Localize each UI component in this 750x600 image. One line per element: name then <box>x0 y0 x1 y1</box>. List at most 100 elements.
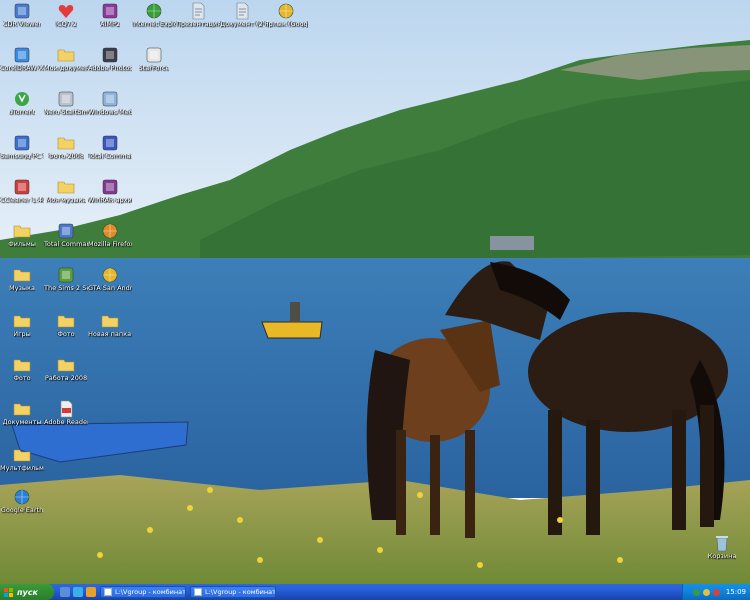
shortcut-label: Фото 2008 <box>48 153 84 160</box>
shortcut-label: Документы <box>2 419 42 426</box>
desktop-shortcut[interactable]: WinRAR архив <box>88 178 132 222</box>
shortcut-label: CorelDRAW X3 <box>0 65 44 72</box>
desktop-shortcut[interactable]: Презентация <box>176 2 220 46</box>
folder-icon <box>57 315 75 328</box>
tray-network-icon[interactable] <box>692 588 700 596</box>
desktop-shortcut[interactable]: Total Commander <box>88 134 132 178</box>
desktop-shortcut[interactable]: Мои документы <box>44 46 88 90</box>
recycle-bin-icon <box>716 536 728 552</box>
shortcut-label: Мои документы <box>44 65 88 72</box>
document-icon <box>236 2 249 20</box>
desktop-shortcut[interactable]: Adobe Reader 8 <box>44 400 88 444</box>
desktop-shortcut[interactable]: Windows Media <box>88 90 132 134</box>
shortcut-label: Игры <box>13 331 31 338</box>
program-icon <box>102 91 118 107</box>
folder-icon <box>57 49 75 62</box>
browser-icon <box>14 489 30 505</box>
task-label: L:\Vgroup - комбинат... <box>115 588 186 596</box>
desktop-shortcut[interactable]: Мультфильмы <box>0 446 44 490</box>
desktop-shortcut[interactable]: uTorrent <box>0 90 44 134</box>
desktop-shortcut[interactable]: Nero StartSmart <box>44 90 88 134</box>
desktop-shortcut[interactable]: Новая папка (2) <box>88 312 132 356</box>
desktop: CDR Viewer ICQ7.2 AIMP2 Internet ExplorerПр… <box>0 0 750 584</box>
folder-icon <box>13 359 31 372</box>
app-icon <box>102 47 118 63</box>
shortcut-label: AIMP2 <box>99 21 121 28</box>
desktop-shortcut[interactable]: The Sims 2 Seasons <box>44 266 88 310</box>
desktop-shortcut[interactable]: CorelDRAW X3 <box>0 46 44 90</box>
desktop-shortcut[interactable]: Фото <box>44 312 88 356</box>
shortcut-label: Корзина <box>707 553 737 560</box>
shortcut-label: Adobe Photoshop <box>88 65 132 72</box>
browser-icon[interactable] <box>73 587 83 597</box>
windows-flag-icon <box>4 587 13 597</box>
taskbar-window-button[interactable]: L:\Vgroup - комбинат... <box>190 586 276 598</box>
clock[interactable]: 15:09 <box>726 588 746 596</box>
desktop-shortcut[interactable]: Total Commander 7.04 <box>44 222 88 266</box>
show-desktop-icon[interactable] <box>60 587 70 597</box>
corel-icon <box>14 47 30 63</box>
fisherman <box>290 302 300 322</box>
system-tray: 15:09 <box>682 584 750 600</box>
shortcut-label: Новая папка (2) <box>88 331 132 338</box>
desktop-shortcut[interactable]: Samsung PC Studio 3 <box>0 134 44 178</box>
desktop-shortcut[interactable]: Internet Explorer <box>132 2 176 46</box>
media-player-icon[interactable] <box>86 587 96 597</box>
desktop-shortcut[interactable]: Adobe Photoshop <box>88 46 132 90</box>
document-icon <box>192 2 205 20</box>
desktop-shortcut[interactable]: Ярлык (Google Earth) <box>264 2 308 46</box>
shortcut-label: Фото <box>13 375 31 382</box>
folder-icon <box>13 225 31 238</box>
shortcut-label: Samsung PC Studio 3 <box>0 153 44 160</box>
folder-icon <box>13 315 31 328</box>
shortcut-label: Google Earth <box>0 507 44 514</box>
desktop-shortcut[interactable]: Моя музыка <box>44 178 88 222</box>
desktop-shortcut[interactable]: Документ (2) <box>220 2 264 46</box>
desktop-shortcut[interactable]: Музыка <box>0 266 44 310</box>
taskbar-window-button[interactable]: L:\Vgroup - комбинат... <box>100 586 186 598</box>
house <box>490 236 534 250</box>
desktop-shortcut[interactable]: Игры <box>0 312 44 356</box>
shortcut-label: Mozilla Firefox <box>88 241 132 248</box>
shortcut-label: The Sims 2 Seasons <box>44 285 88 292</box>
cleaner-icon <box>14 179 30 195</box>
archive-icon <box>102 179 118 195</box>
task-label: L:\Vgroup - комбинат... <box>205 588 276 596</box>
desktop-shortcut[interactable]: ICQ7.2 <box>44 2 88 46</box>
desktop-shortcut[interactable]: Фото 2008 <box>44 134 88 178</box>
window-icon <box>104 588 112 596</box>
shortcut-label: Adobe Reader 8 <box>44 419 88 426</box>
desktop-shortcut[interactable]: Фильмы <box>0 222 44 266</box>
player-icon <box>102 3 118 19</box>
folder-icon <box>57 359 75 372</box>
desktop-shortcut[interactable]: CDR Viewer <box>0 2 44 46</box>
window-icon <box>194 588 202 596</box>
pdf-icon <box>60 400 73 418</box>
desktop-shortcut[interactable]: Google Earth <box>0 488 44 532</box>
shortcut-label: GTA San Andreas <box>88 285 132 292</box>
cd-viewer-icon <box>14 3 30 19</box>
shortcut-label: Ярлык (Google Earth) <box>264 21 308 28</box>
desktop-shortcut[interactable]: GTA San Andreas <box>88 266 132 310</box>
desktop-shortcut[interactable]: Mozilla Firefox <box>88 222 132 266</box>
tray-volume-icon[interactable] <box>702 588 710 596</box>
desktop-shortcut[interactable]: StarForce <box>132 46 176 90</box>
desktop-shortcut[interactable]: Корзина <box>700 534 744 578</box>
desktop-shortcut[interactable]: CCleaner 1.41 <box>0 178 44 222</box>
desktop-shortcut[interactable]: Документы <box>0 400 44 444</box>
tray-antivirus-icon[interactable] <box>712 588 720 596</box>
folder-icon <box>13 403 31 416</box>
desktop-shortcut[interactable]: AIMP2 <box>88 2 132 46</box>
torrent-icon <box>15 92 29 106</box>
app-icon <box>102 135 118 151</box>
folder-icon <box>57 137 75 150</box>
start-button[interactable]: пуск <box>0 584 54 600</box>
quick-launch <box>60 587 96 597</box>
shortcut-label: Презентация <box>176 21 220 28</box>
taskbar: пуск L:\Vgroup - комбинат... L:\Vgroup -… <box>0 584 750 600</box>
folder-icon <box>57 181 75 194</box>
browser-icon <box>278 3 294 19</box>
desktop-shortcut[interactable]: Фото <box>0 356 44 400</box>
program-icon <box>58 91 74 107</box>
desktop-shortcut[interactable]: Работа 2008 <box>44 356 88 400</box>
